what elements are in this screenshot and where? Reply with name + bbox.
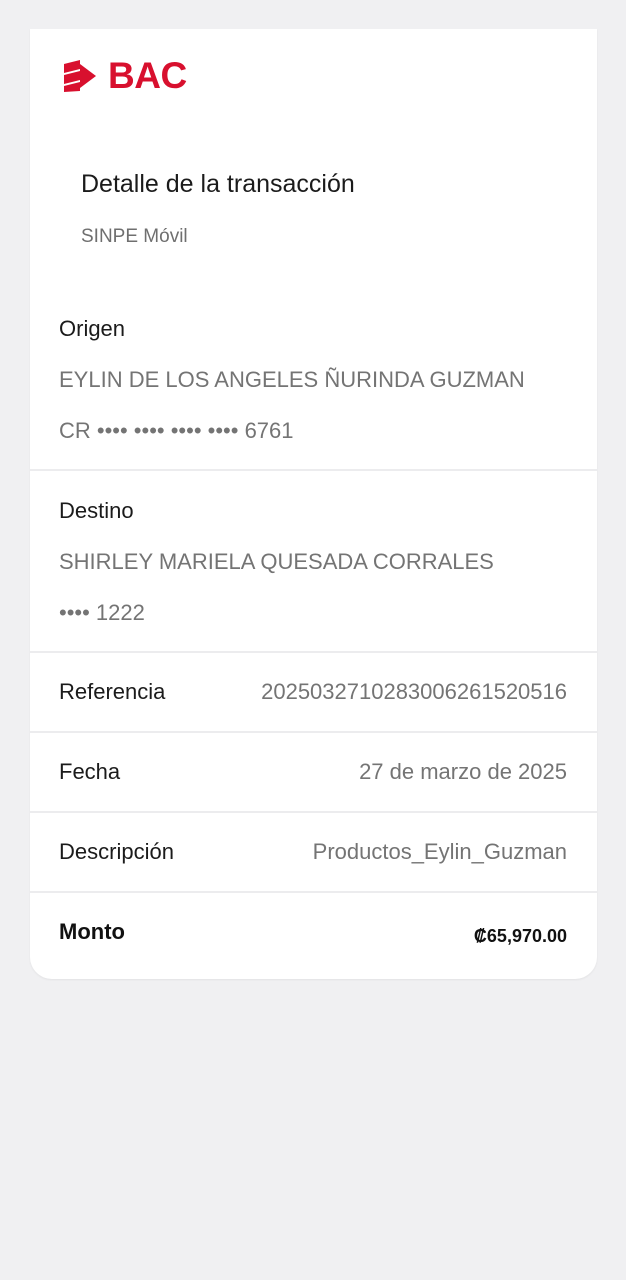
monto-row: Monto ₡65,970.00 <box>30 893 597 971</box>
origen-account: CR •••• •••• •••• •••• 6761 <box>59 418 294 443</box>
origen-label: Origen <box>59 316 126 341</box>
monto-label: Monto <box>59 919 125 944</box>
transaction-type: SINPE Móvil <box>81 226 188 247</box>
fecha-value: 27 de marzo de 2025 <box>359 759 567 784</box>
descripcion-row: Descripción Productos_Eylin_Guzman <box>30 813 597 891</box>
descripcion-label: Descripción <box>59 839 174 864</box>
fecha-row: Fecha 27 de marzo de 2025 <box>30 733 597 811</box>
destino-account: •••• 1222 <box>59 600 145 625</box>
transaction-detail-card: BAC Detalle de la transacción SINPE Móvi… <box>30 29 597 979</box>
origen-name: EYLIN DE LOS ANGELES ÑURINDA GUZMAN <box>59 367 525 392</box>
descripcion-value: Productos_Eylin_Guzman <box>312 839 567 864</box>
bac-logo-text: BAC <box>108 55 187 96</box>
page-title: Detalle de la transacción <box>81 170 355 198</box>
destino-section: Destino SHIRLEY MARIELA QUESADA CORRALES… <box>30 471 597 651</box>
referencia-row: Referencia 2025032710283006261520516 <box>30 653 597 731</box>
referencia-label: Referencia <box>59 679 166 704</box>
bac-logo-icon <box>64 60 96 92</box>
destino-label: Destino <box>59 498 134 523</box>
monto-value: ₡65,970.00 <box>473 926 567 946</box>
destino-name: SHIRLEY MARIELA QUESADA CORRALES <box>59 549 494 574</box>
referencia-value: 2025032710283006261520516 <box>261 679 567 704</box>
origen-section: Origen EYLIN DE LOS ANGELES ÑURINDA GUZM… <box>30 299 597 469</box>
bac-logo: BAC <box>62 55 187 96</box>
fecha-label: Fecha <box>59 759 121 784</box>
